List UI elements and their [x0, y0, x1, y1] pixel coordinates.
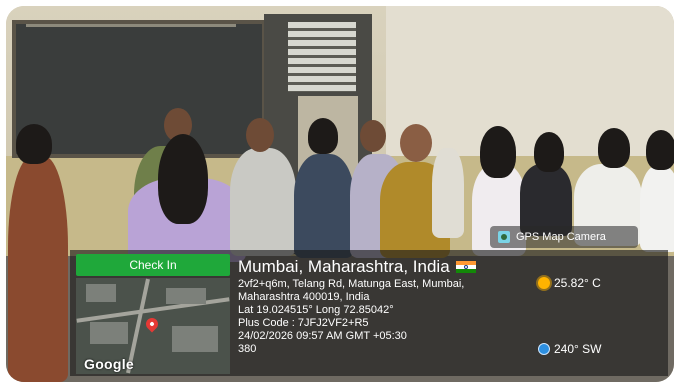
map-block	[166, 288, 206, 304]
date-time: 24/02/2026 09:57 AM GMT +05:30	[238, 330, 407, 342]
person	[230, 148, 296, 256]
person-head	[534, 132, 564, 172]
india-flag-icon	[455, 261, 476, 273]
person-head	[158, 134, 208, 224]
address-line-1: 2vf2+q6m, Telang Rd, Matunga East, Mumba…	[238, 278, 465, 290]
gps-map-camera-icon	[498, 231, 510, 243]
sun-icon	[538, 277, 550, 289]
person-head	[246, 118, 274, 152]
person-head	[360, 120, 386, 152]
person-head	[480, 126, 516, 178]
person	[8, 156, 68, 382]
person	[640, 166, 674, 252]
map-block	[90, 322, 128, 344]
location-pin-icon	[143, 315, 161, 333]
temperature-value: 25.82° C	[554, 276, 601, 290]
coordinates: Lat 19.024515° Long 72.85042°	[238, 304, 394, 316]
google-logo: Google	[84, 356, 135, 372]
compass-icon	[538, 343, 550, 355]
city-name: Mumbai, Maharashtra, India	[238, 257, 450, 276]
map-block	[172, 326, 218, 352]
plus-code: Plus Code : 7JFJ2VF2+R5	[238, 317, 369, 329]
map-thumbnail[interactable]: Google	[76, 278, 230, 374]
gps-map-camera-label: GPS Map Camera	[516, 231, 606, 243]
person-head	[16, 124, 52, 164]
gps-map-camera-tag: GPS Map Camera	[490, 226, 638, 248]
wind-value: 240° SW	[554, 342, 602, 356]
person-head	[598, 128, 630, 168]
temperature: 25.82° C	[538, 276, 601, 290]
person-head	[646, 130, 674, 170]
map-block	[86, 284, 116, 302]
wind-direction: 240° SW	[538, 342, 601, 356]
person-head	[308, 118, 338, 154]
board-rail	[26, 24, 236, 27]
door-window	[288, 22, 356, 92]
check-in-label: Check In	[129, 258, 177, 272]
address-line-2: Maharashtra 400019, India	[238, 291, 370, 303]
person	[432, 148, 464, 238]
person	[294, 154, 354, 258]
location-info: Mumbai, Maharashtra, India 2vf2+q6m, Tel…	[238, 256, 538, 356]
altitude: 380	[238, 343, 257, 355]
city-title: Mumbai, Maharashtra, India	[238, 256, 538, 278]
person-head	[400, 124, 432, 162]
check-in-button[interactable]: Check In	[76, 254, 230, 276]
